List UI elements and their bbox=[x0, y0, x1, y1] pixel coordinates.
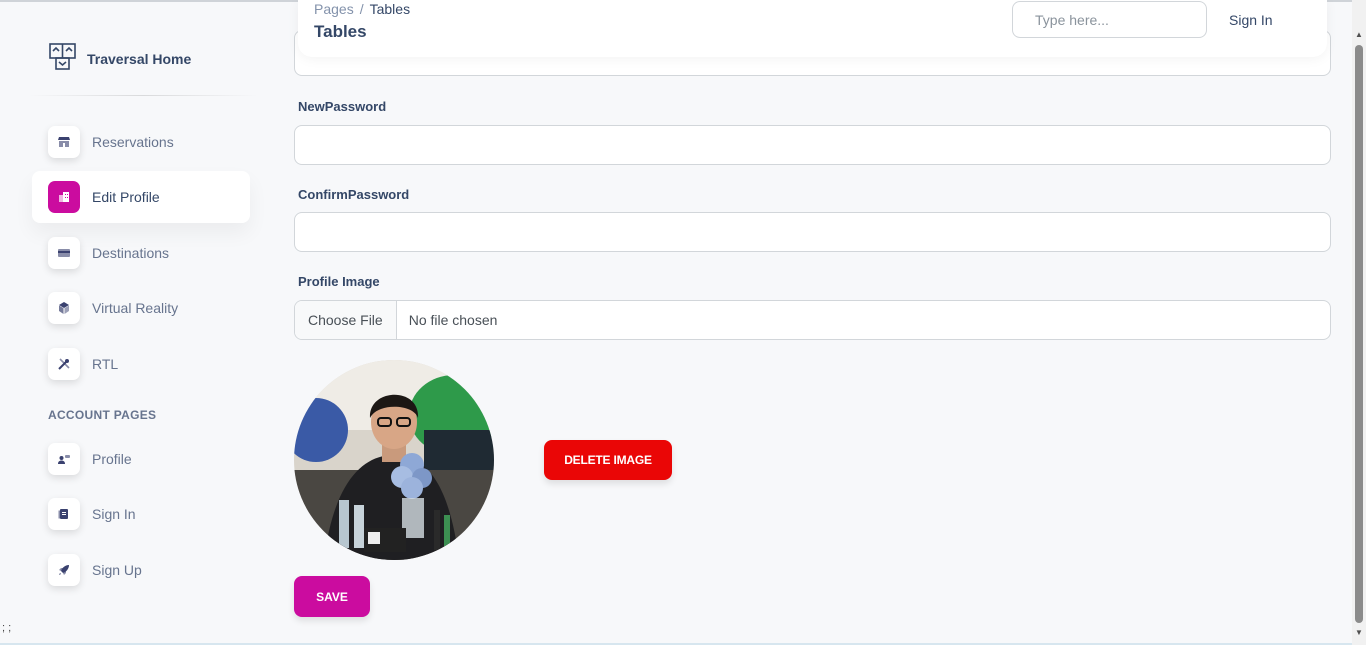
top-navbar: Pages / Tables Tables Sign In bbox=[298, 0, 1327, 57]
shop-icon bbox=[48, 126, 80, 158]
breadcrumb: Pages / Tables bbox=[314, 1, 410, 17]
sidebar-item-edit-profile[interactable]: Edit Profile bbox=[32, 171, 250, 223]
sidebar-item-sign-in[interactable]: Sign In bbox=[32, 488, 250, 540]
page-scrollbar[interactable]: ▲ ▼ bbox=[1352, 0, 1366, 645]
scroll-down-arrow-icon[interactable]: ▼ bbox=[1355, 628, 1363, 637]
box-3d-icon bbox=[48, 292, 80, 324]
profile-avatar-image bbox=[294, 360, 494, 560]
breadcrumb-current: Tables bbox=[369, 1, 411, 17]
confirm-password-field[interactable] bbox=[294, 212, 1331, 252]
credit-card-icon bbox=[48, 237, 80, 269]
new-password-label: NewPassword bbox=[298, 99, 387, 114]
sidebar-item-label: Destinations bbox=[92, 245, 170, 261]
section-title-account-pages: ACCOUNT PAGES bbox=[48, 408, 157, 422]
brand[interactable]: Traversal Home bbox=[48, 42, 191, 76]
sidebar-item-label: Profile bbox=[92, 451, 132, 467]
delete-image-button[interactable]: DELETE IMAGE bbox=[544, 440, 672, 480]
new-password-field[interactable] bbox=[294, 125, 1331, 165]
confirm-password-label: ConfirmPassword bbox=[298, 187, 410, 202]
sidebar-item-label: RTL bbox=[92, 356, 119, 372]
office-icon bbox=[48, 181, 80, 213]
sidebar: Traversal Home Reservations Edit Profile… bbox=[0, 0, 270, 645]
brand-divider bbox=[28, 95, 258, 96]
profile-image-label: Profile Image bbox=[298, 274, 380, 289]
search-input[interactable] bbox=[1012, 1, 1207, 38]
profile-image-file-input[interactable]: Choose File No file chosen bbox=[294, 300, 1331, 340]
sidebar-item-reservations[interactable]: Reservations bbox=[32, 116, 250, 168]
traversal-logo-icon bbox=[48, 42, 77, 76]
settings-tools-icon bbox=[48, 348, 80, 380]
sidebar-item-label: Reservations bbox=[92, 134, 174, 150]
sidebar-item-virtual-reality[interactable]: Virtual Reality bbox=[32, 282, 250, 334]
choose-file-button[interactable]: Choose File bbox=[295, 301, 397, 339]
sidebar-item-sign-up[interactable]: Sign Up bbox=[32, 544, 250, 596]
customer-support-icon bbox=[48, 443, 80, 475]
breadcrumb-separator: / bbox=[359, 1, 364, 17]
footer-text: ; ; bbox=[2, 622, 12, 634]
save-button[interactable]: SAVE bbox=[294, 576, 370, 617]
brand-title: Traversal Home bbox=[87, 51, 192, 67]
scroll-up-arrow-icon[interactable]: ▲ bbox=[1355, 30, 1363, 39]
page-title: Tables bbox=[314, 22, 367, 41]
breadcrumb-root[interactable]: Pages bbox=[314, 1, 354, 17]
sidebar-item-label: Sign In bbox=[92, 506, 136, 522]
sidebar-item-label: Sign Up bbox=[92, 562, 142, 578]
sidebar-item-rtl[interactable]: RTL bbox=[32, 338, 250, 390]
sidebar-item-label: Virtual Reality bbox=[92, 300, 179, 316]
scrollbar-thumb[interactable] bbox=[1355, 45, 1363, 623]
document-icon bbox=[48, 498, 80, 530]
sign-in-link[interactable]: Sign In bbox=[1229, 12, 1273, 28]
sidebar-item-profile[interactable]: Profile bbox=[32, 433, 250, 485]
sidebar-item-label: Edit Profile bbox=[92, 189, 160, 205]
sidebar-item-destinations[interactable]: Destinations bbox=[32, 227, 250, 279]
file-status-text: No file chosen bbox=[408, 312, 498, 328]
spaceship-icon bbox=[48, 554, 80, 586]
